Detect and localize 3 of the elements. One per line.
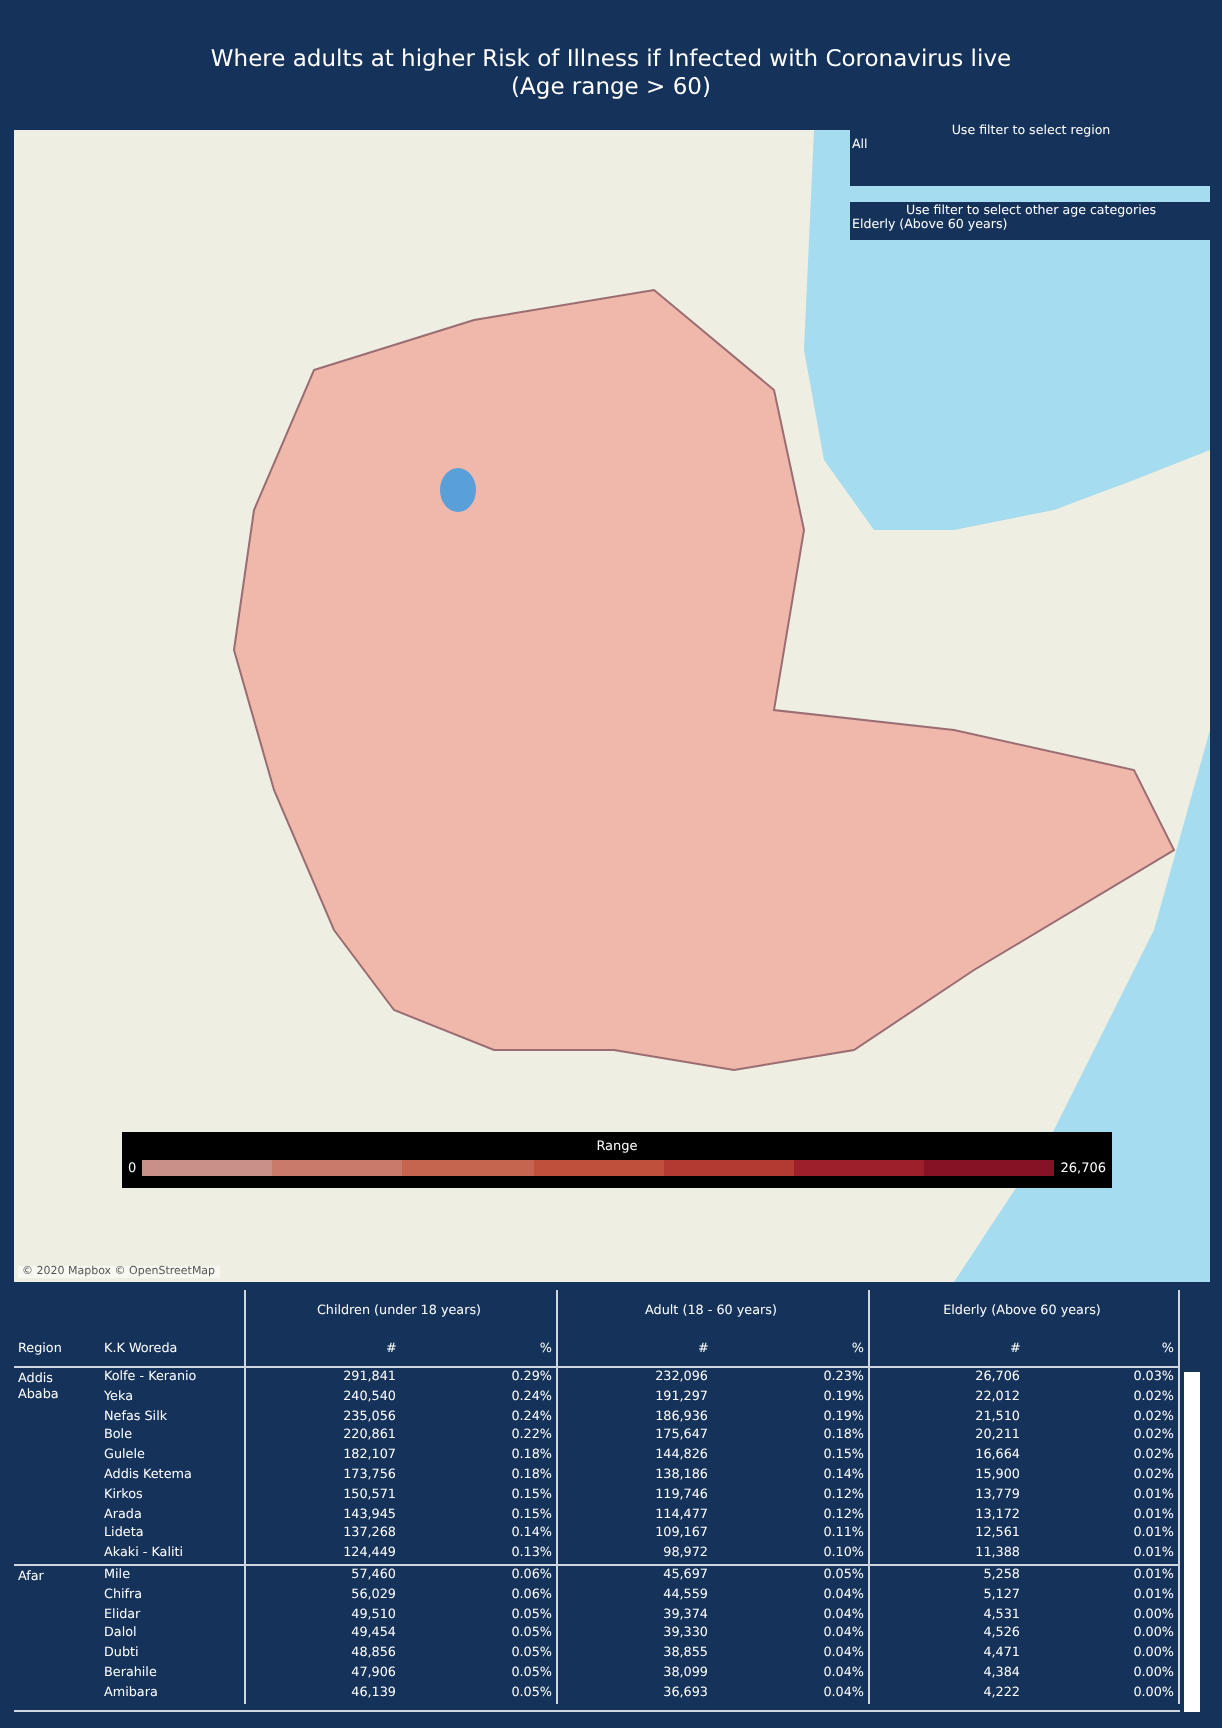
page-title: Where adults at higher Risk of Illness if Infected with Coronavirus live xyxy=(210,43,1012,71)
page-title: (Age range > 60) xyxy=(511,71,711,99)
scrollbar[interactable] xyxy=(1184,1372,1200,1712)
